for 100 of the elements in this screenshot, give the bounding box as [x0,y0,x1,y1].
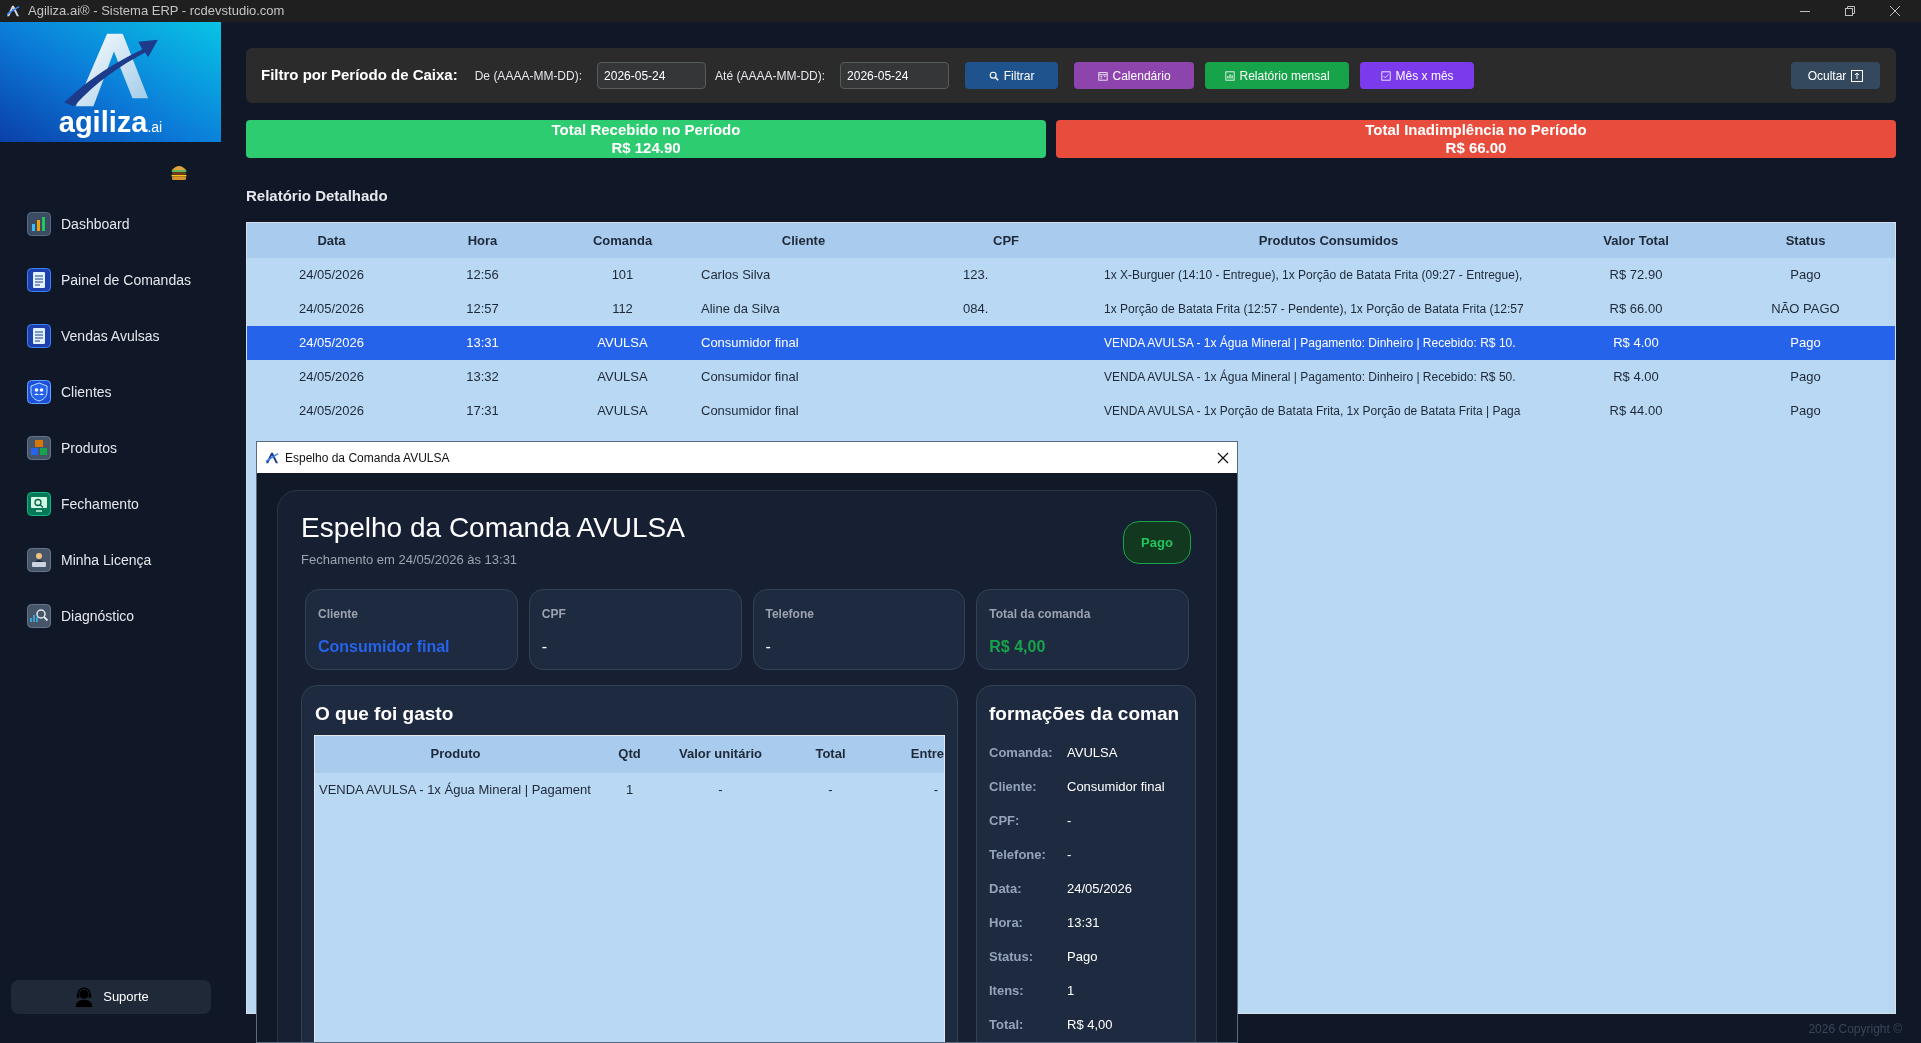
document-icon [27,268,51,292]
table-cell-text: VENDA AVULSA - 1x Água Mineral | Pagamento: Dinheiro | Recebido: R$ 10. [1103,334,1517,352]
total-label: Total Recebido no Período [551,121,741,139]
table-cell-text: VENDA AVULSA - 1x Água Mineral | Pagament [318,780,592,799]
table-cell-text: - [717,780,724,799]
close-icon[interactable] [1217,451,1229,464]
sidebar-item[interactable]: Minha Licença [0,532,239,588]
sidebar-item[interactable]: Produtos [0,420,239,476]
column-header[interactable]: Produto [315,744,596,764]
table-cell-text: NÃO PAGO [1770,300,1841,319]
person-icon [27,548,51,572]
check-square-icon [1380,70,1391,81]
sidebar-item[interactable]: Clientes [0,364,239,420]
table-cell-text: R$ 72.90 [1608,266,1664,285]
summary-label: Telefone [765,605,815,623]
arrow-up-icon [1851,69,1864,82]
table-row[interactable]: 24/05/2026 13:31 AVULSA Consumidor final VENDA AVULSA - 1x Água Mineral | Pagamento: Dinheiro | Recebido: R$ 10. R$ 4.00 Pago [247,326,1895,360]
total-value: R$ 124.90 [611,139,681,157]
table-cell-text: AVULSA [596,402,649,421]
toolbar-button[interactable]: Filtrar [965,62,1059,89]
info-value: R$ 4,00 [1067,1015,1113,1034]
info-label: Data: [989,879,1023,898]
total-value: R$ 66.00 [1445,139,1507,157]
summary-label: CPF [541,605,567,623]
column-header[interactable]: Valor unitário [663,744,778,764]
dialog-title: Espelho da Comanda AVULSA [285,449,450,467]
window-title: Agiliza.ai® - Sistema ERP - rcdevstudio.com [28,2,285,21]
table-row[interactable]: 24/05/2026 12:56 101 Carlos Silva 123. 1x X-Burguer (14:10 - Entregue), 1x Porção de Batata Frita (09:27 - Entregue), R$ 72.90 Pago [247,258,1895,292]
table-cell-text: 24/05/2026 [297,368,366,387]
table-cell-text: 123. [962,266,990,285]
field-label: Até (AAAA-MM-DD): [715,67,826,85]
toolbar-button[interactable]: Calendário [1074,62,1195,89]
info-value: - [1067,811,1072,830]
table-cell-text: R$ 44.00 [1608,402,1664,421]
table-cell-text: Carlos Silva [700,266,772,285]
summary-value: - [541,636,549,657]
table-cell-text: 1x X-Burguer (14:10 - Entregue), 1x Porção de Batata Frita (09:27 - Entregue), [1103,267,1524,284]
table-cell-text: 112 [611,300,634,319]
restore-icon[interactable] [1845,6,1855,16]
table-cell-text: Consumidor final [700,334,800,353]
section-title: Relatório Detalhado [246,187,389,205]
panel-title: formações da coman [988,701,1181,725]
table-cell-text: 17:31 [465,402,500,421]
info-value: Pago [1067,947,1098,966]
column-header[interactable]: Valor Total [1556,230,1716,251]
panel-title: O que foi gasto [314,701,455,725]
table-cell-text: 13:32 [465,368,500,387]
column-header[interactable]: Produtos Consumidos [1101,230,1556,251]
app-logo-icon [6,5,20,17]
table-cell-text: Aline da Silva [700,300,781,319]
sidebar-item[interactable]: Dashboard [0,196,239,252]
info-label: CPF: [989,811,1021,830]
app-logo-icon [265,451,279,464]
date-input[interactable]: 2026-05-24 [597,62,707,89]
table-cell-text: - [827,780,834,799]
field-label: De (AAAA-MM-DD): [474,67,583,85]
info-value: - [1067,845,1072,864]
total-label: Total Inadimplência no Período [1365,121,1587,139]
chart-icon [27,212,51,236]
toolbar-button[interactable]: Ocultar [1791,62,1880,89]
table-row[interactable]: 24/05/2026 13:32 AVULSA Consumidor final VENDA AVULSA - 1x Água Mineral | Pagamento: Dinheiro | Recebido: R$ 50. R$ 4.00 Pago [247,360,1895,394]
table-row[interactable]: 24/05/2026 17:31 AVULSA Consumidor final VENDA AVULSA - 1x Porção de Batata Frita, 1x Porção de Batata Frita | Paga R$ 44.00 Pago [247,394,1895,428]
summary-label: Cliente [318,605,359,623]
column-header[interactable]: Entre [883,744,944,764]
document-icon [27,324,51,348]
column-header[interactable]: Total [778,744,883,764]
shield-icon [27,380,51,404]
sidebar-item[interactable]: Diagnóstico [0,588,239,644]
column-header[interactable]: CPF [911,230,1101,251]
monitor-icon [27,492,51,516]
table-cell-text: 24/05/2026 [297,300,366,319]
table-cell-text: 12:56 [465,266,500,285]
info-label: Itens: [989,981,1025,1000]
table-cell-text: 101 [610,266,635,285]
column-header[interactable]: Cliente [696,230,911,251]
close-icon[interactable] [1890,6,1900,16]
column-header[interactable]: Status [1716,230,1895,251]
info-value: 24/05/2026 [1067,879,1133,898]
table-cell-text: - [932,780,939,799]
sidebar-item[interactable]: Painel de Comandas [0,252,239,308]
sidebar-item[interactable]: Vendas Avulsas [0,308,239,364]
info-label: Status: [989,947,1035,966]
table-cell-text: Pago [1789,368,1822,387]
table-cell-text: VENDA AVULSA - 1x Água Mineral | Pagamento: Dinheiro | Recebido: R$ 50. [1103,368,1517,386]
column-header[interactable]: Comanda [549,230,696,251]
summary-value: Consumidor final [318,636,451,657]
table-cell-text: 24/05/2026 [297,334,366,353]
column-header[interactable]: Hora [416,230,549,251]
table-cell-text: AVULSA [596,334,649,353]
sidebar-item[interactable]: Fechamento [0,476,239,532]
date-input[interactable]: 2026-05-24 [840,62,950,89]
support-button[interactable]: Suporte [11,980,211,1014]
summary-value: - [765,636,772,657]
toolbar-button[interactable]: Mês x mês [1360,62,1475,89]
info-label: Cliente: [989,777,1038,796]
table-cell-text: 1 [624,780,635,799]
logo-wordmark: agiliza [58,108,148,137]
table-row[interactable]: 24/05/2026 12:57 112 Aline da Silva 084. 1x Porção de Batata Frita (12:57 - Pendente), 1x Porção de Batata Frita (12:57 R$ 66.00 NÃO PAGO [247,292,1895,326]
column-header[interactable]: Qtd [596,744,663,764]
column-header[interactable]: Data [247,230,416,251]
